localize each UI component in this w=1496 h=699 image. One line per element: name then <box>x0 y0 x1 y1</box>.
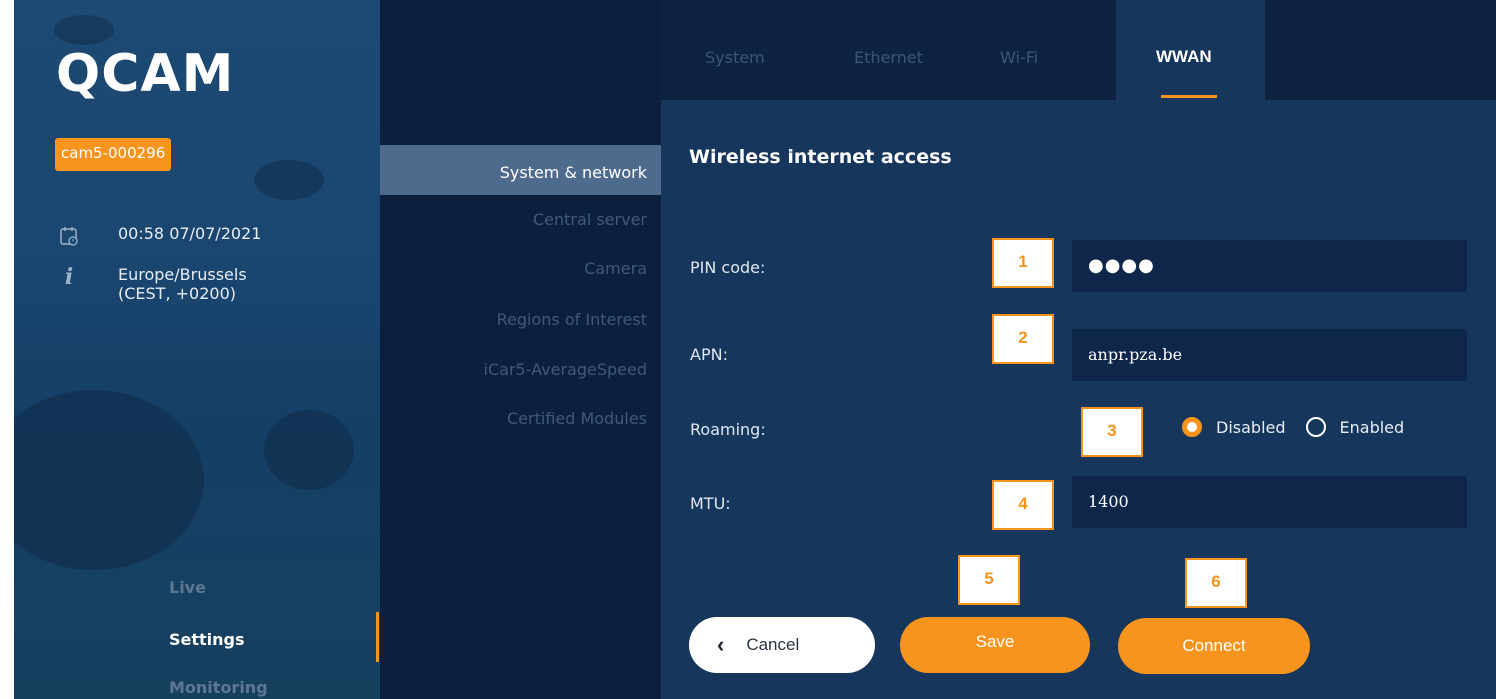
subnav-item-regions-of-interest[interactable]: Regions of Interest <box>497 310 647 329</box>
annotation-marker-5: 5 <box>958 555 1020 605</box>
datetime-text: 00:58 07/07/2021 <box>118 224 262 243</box>
apn-label: APN: <box>690 345 728 364</box>
timezone-offset: (CEST, +0200) <box>118 284 236 303</box>
timezone-row: i Europe/Brussels (CEST, +0200) <box>54 265 247 303</box>
nav-active-indicator <box>376 612 379 662</box>
cancel-button-label: Cancel <box>746 635 800 654</box>
roaming-disabled-label[interactable]: Disabled <box>1216 418 1286 437</box>
background-decoration <box>264 410 354 490</box>
roaming-disabled-radio[interactable] <box>1182 417 1202 437</box>
roaming-label: Roaming: <box>690 420 766 439</box>
app-window: QCAM cam5-000296 00:58 07/07/2021 i Euro… <box>0 0 1496 699</box>
app-logo: QCAM <box>56 44 235 104</box>
background-decoration <box>254 160 324 200</box>
roaming-enabled-radio[interactable] <box>1305 417 1326 437</box>
annotation-marker-3: 3 <box>1081 407 1143 457</box>
tab-bar: System Ethernet Wi-Fi WWAN <box>661 0 1496 100</box>
subnav-item-central-server[interactable]: Central server <box>533 210 647 229</box>
settings-subnav: System & network Central server Camera R… <box>380 0 661 699</box>
subnav-item-camera[interactable]: Camera <box>584 259 647 278</box>
save-button[interactable]: Save <box>900 617 1090 673</box>
subnav-item-icar5-averagespeed[interactable]: iCar5-AverageSpeed <box>484 360 647 379</box>
main-panel: System Ethernet Wi-Fi WWAN Wireless inte… <box>661 0 1496 699</box>
tab-ethernet[interactable]: Ethernet <box>854 48 923 67</box>
background-decoration <box>54 15 114 45</box>
background-decoration <box>14 390 204 570</box>
mtu-input[interactable]: 1400 <box>1072 476 1467 528</box>
annotation-marker-4: 4 <box>992 480 1054 530</box>
device-id-badge: cam5-000296 <box>55 138 172 171</box>
connect-button[interactable]: Connect <box>1118 618 1310 674</box>
sidebar: QCAM cam5-000296 00:58 07/07/2021 i Euro… <box>14 0 380 699</box>
tab-wifi[interactable]: Wi-Fi <box>1000 48 1038 67</box>
nav-settings[interactable]: Settings <box>169 630 245 649</box>
nav-monitoring[interactable]: Monitoring <box>169 678 268 697</box>
connect-button-label: Connect <box>1182 636 1246 655</box>
chevron-left-icon: ‹ <box>717 632 725 657</box>
annotation-marker-1: 1 <box>992 238 1054 288</box>
annotation-marker-2: 2 <box>992 314 1054 364</box>
timezone-text: Europe/Brussels (CEST, +0200) <box>118 265 247 303</box>
pin-code-input[interactable]: ●●●● <box>1072 240 1467 292</box>
mtu-label: MTU: <box>690 494 731 513</box>
timezone-name: Europe/Brussels <box>118 265 247 284</box>
info-icon: i <box>64 263 74 290</box>
section-title: Wireless internet access <box>689 146 952 168</box>
cancel-button[interactable]: ‹ Cancel <box>689 617 875 673</box>
apn-input[interactable]: anpr.pza.be <box>1072 329 1467 381</box>
pin-code-label: PIN code: <box>690 258 766 277</box>
save-button-label: Save <box>975 632 1015 651</box>
subnav-item-certified-modules[interactable]: Certified Modules <box>507 409 647 428</box>
tab-system[interactable]: System <box>705 48 765 67</box>
tab-wwan[interactable]: WWAN <box>1156 47 1212 67</box>
roaming-radio-group: Disabled Enabled <box>1182 417 1424 437</box>
nav-live[interactable]: Live <box>169 578 206 597</box>
datetime-row: 00:58 07/07/2021 <box>54 224 261 248</box>
roaming-enabled-label[interactable]: Enabled <box>1340 418 1405 437</box>
calendar-clock-icon <box>54 224 84 248</box>
subnav-item-system-network[interactable]: System & network <box>380 145 661 195</box>
tab-active-underline <box>1161 95 1217 98</box>
annotation-marker-6: 6 <box>1185 558 1247 608</box>
